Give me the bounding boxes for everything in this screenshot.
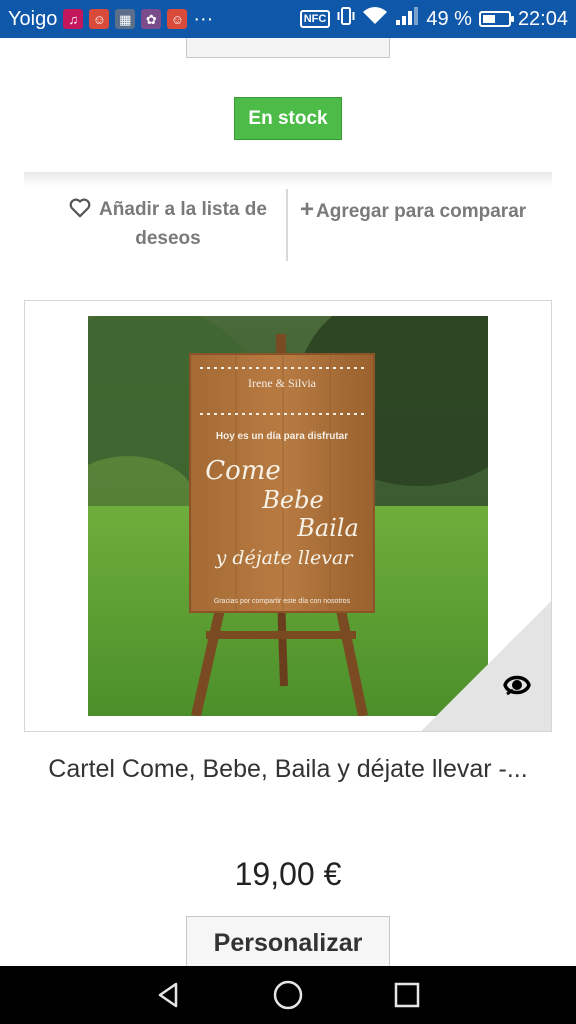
plus-icon: + <box>300 196 315 223</box>
battery-percent: 49 % <box>426 7 472 30</box>
partial-button[interactable] <box>186 38 390 58</box>
add-to-compare-link[interactable]: + Agregar para comparar <box>300 195 526 226</box>
image-notification-icon: ▦ <box>115 9 136 29</box>
sign-footer: Gracias por compartir este día con nosot… <box>214 598 351 605</box>
product-actions: Añadir a la lista de deseos + Agregar par… <box>24 172 552 264</box>
back-icon[interactable] <box>149 975 189 1015</box>
overflow-icon: ··· <box>193 7 214 30</box>
carrier-name: Yoigo <box>8 7 58 30</box>
nfc-icon: NFC <box>299 10 331 28</box>
vibrate-icon <box>337 6 355 32</box>
home-icon[interactable] <box>268 975 308 1015</box>
wishlist-label: Añadir a la lista de deseos <box>99 199 267 249</box>
product-price: 19,00 € <box>234 856 342 892</box>
sign-baila: Baila <box>296 514 359 542</box>
battery-icon <box>478 11 514 27</box>
app-notification-icon: ☺ <box>167 9 188 29</box>
customize-button[interactable]: Personalizar <box>186 916 390 966</box>
signal-icon <box>395 6 419 32</box>
photo-notification-icon: ✿ <box>141 9 162 29</box>
clock: 22:04 <box>517 7 568 30</box>
add-to-wishlist-link[interactable]: Añadir a la lista de deseos <box>48 195 288 253</box>
stock-badge: En stock <box>234 97 342 140</box>
sign-dejate: y déjate llevar <box>215 547 355 569</box>
product-card[interactable]: Irene & Silvia Hoy es un día para disfru… <box>24 300 552 732</box>
quickview-corner[interactable] <box>421 601 551 731</box>
divider <box>286 189 288 261</box>
sign-come: Come <box>205 456 281 486</box>
music-note-icon: ♫ <box>63 9 84 29</box>
page-content: En stock Añadir a la lista de deseos + Ag… <box>0 38 576 966</box>
sign-names: Irene & Silvia <box>248 376 317 390</box>
recents-icon[interactable] <box>387 975 427 1015</box>
sign-bebe: Bebe <box>261 486 323 514</box>
sign-line1: Hoy es un día para disfrutar <box>216 431 348 442</box>
eye-icon[interactable] <box>501 670 533 705</box>
heart-icon <box>69 198 91 218</box>
status-bar: Yoigo ♫ ☺ ▦ ✿ ☺ ··· NFC 49 % 22:04 <box>0 0 576 38</box>
wifi-icon <box>362 6 388 32</box>
product-title[interactable]: Cartel Come, Bebe, Baila y déjate llevar… <box>30 750 546 789</box>
compare-label: Agregar para comparar <box>316 201 527 222</box>
app-notification-icon: ☺ <box>89 9 110 29</box>
navigation-bar <box>0 966 576 1024</box>
